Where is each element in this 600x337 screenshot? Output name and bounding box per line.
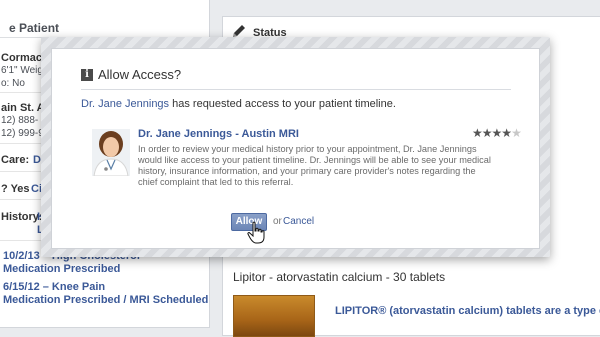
patient-address: ain St. A — [1, 102, 45, 114]
medication-image — [233, 295, 315, 337]
medication-link[interactable]: LIPITOR® (atorvastatin calcium) tablets … — [335, 305, 600, 317]
star-icon: ★ — [511, 126, 522, 140]
cancel-link[interactable]: Cancel — [283, 216, 314, 227]
patient-height-weight: 6'1" Weig — [1, 65, 43, 76]
care-label: Care: — [1, 154, 30, 166]
patient-panel-title: e Patient — [9, 21, 60, 35]
patient-smoker: o: No — [1, 78, 25, 89]
patient-phone-2: 12) 999-9 — [1, 128, 44, 139]
timeline-entry-detail[interactable]: Medication Prescribed — [3, 263, 120, 275]
patient-phone-1: 12) 888- — [1, 115, 39, 126]
requester-name-link[interactable]: Dr. Jane Jennings — [81, 98, 169, 110]
star-icon: ★ — [491, 126, 503, 140]
smoking-question-label: ? Yes — [1, 183, 30, 195]
access-description: In order to review your medical history … — [138, 144, 491, 187]
request-text: has requested access to your patient tim… — [169, 98, 396, 110]
dialog-body: i Allow Access? Dr. Jane Jennings has re… — [51, 48, 540, 249]
hand-pointer-icon — [247, 221, 265, 244]
care-link[interactable]: D — [33, 154, 41, 166]
doctor-avatar — [92, 129, 130, 176]
medication-line: Lipitor - atorvastatin calcium - 30 tabl… — [233, 270, 446, 284]
dialog-title: Allow Access? — [98, 67, 182, 82]
doctor-photo — [92, 129, 130, 176]
star-icon: ★ — [481, 126, 493, 140]
doctor-name-link[interactable]: Dr. Jane Jennings - Austin MRI — [138, 128, 299, 140]
divider — [81, 89, 511, 90]
info-icon: i — [81, 69, 93, 81]
allow-access-dialog: i Allow Access? Dr. Jane Jennings has re… — [41, 37, 550, 257]
star-icon: ★ — [472, 126, 483, 140]
star-icon: ★ — [501, 126, 512, 140]
or-text: or — [273, 216, 282, 227]
timeline-entry-detail[interactable]: Medication Prescribed / MRI Scheduled — [3, 294, 208, 306]
request-message: Dr. Jane Jennings has requested access t… — [81, 98, 396, 110]
rating-stars: ★★★★★ — [472, 126, 522, 140]
timeline-entry-title[interactable]: 6/15/12 – Knee Pain — [3, 281, 105, 293]
